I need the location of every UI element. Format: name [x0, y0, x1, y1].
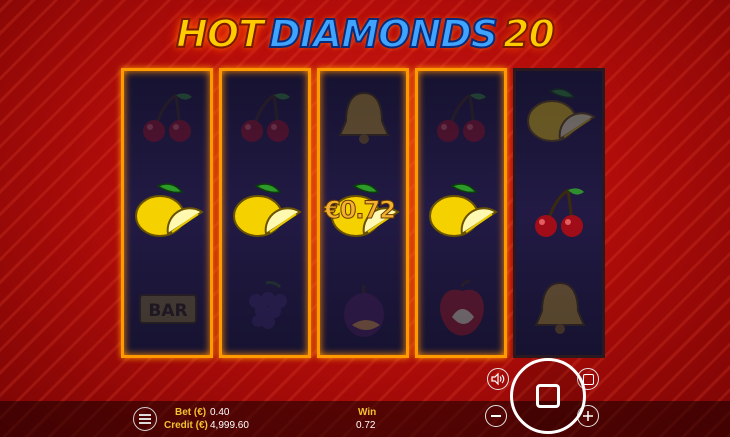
- menu-button[interactable]: [133, 407, 157, 431]
- apple-symbol: [422, 269, 502, 349]
- logo-diamonds: DIAMONDS: [268, 11, 499, 57]
- reel-1: BAR: [121, 68, 213, 358]
- credit-value: 4,999.60: [210, 420, 249, 431]
- bet-value: 0.40: [210, 407, 230, 418]
- reel-5: [513, 68, 605, 358]
- cherry-symbol: [520, 174, 600, 254]
- win-overlay-amount: €0.72: [324, 196, 397, 225]
- credit-label: Credit (€): [164, 420, 208, 431]
- lemon-symbol: [226, 174, 306, 254]
- sound-button[interactable]: [487, 368, 509, 390]
- win-value: 0.72: [356, 420, 376, 431]
- decrease-bet-button[interactable]: [485, 405, 507, 427]
- logo-hot: HOT: [175, 11, 265, 57]
- logo-number: 20: [502, 11, 556, 57]
- reel-4: [415, 68, 507, 358]
- cherry-symbol: [128, 79, 208, 159]
- lemon-symbol: [422, 174, 502, 254]
- plus-icon: [583, 411, 593, 421]
- lemon-symbol: [128, 174, 208, 254]
- spin-stop-icon: [536, 384, 560, 408]
- menu-icon-line: [139, 414, 151, 416]
- stop-icon: [582, 373, 594, 385]
- win-label: Win: [358, 407, 377, 418]
- bell-symbol: [324, 79, 404, 159]
- menu-icon-line: [139, 422, 151, 424]
- game-logo: HOT DIAMONDS 20: [175, 8, 556, 60]
- spin-button[interactable]: [510, 358, 586, 434]
- cherry-symbol: [226, 79, 306, 159]
- bet-label: Bet (€): [175, 407, 207, 418]
- speaker-icon: [491, 373, 505, 385]
- lemon-symbol: [520, 79, 600, 159]
- svg-text:BAR: BAR: [148, 301, 187, 321]
- grapes-symbol: [226, 269, 306, 349]
- minus-icon: [491, 415, 501, 417]
- plum-symbol: [324, 269, 404, 349]
- bar-symbol: BAR: [128, 269, 208, 349]
- reel-2: [219, 68, 311, 358]
- bell-symbol: [520, 269, 600, 349]
- menu-icon-line: [139, 418, 151, 420]
- cherry-symbol: [422, 79, 502, 159]
